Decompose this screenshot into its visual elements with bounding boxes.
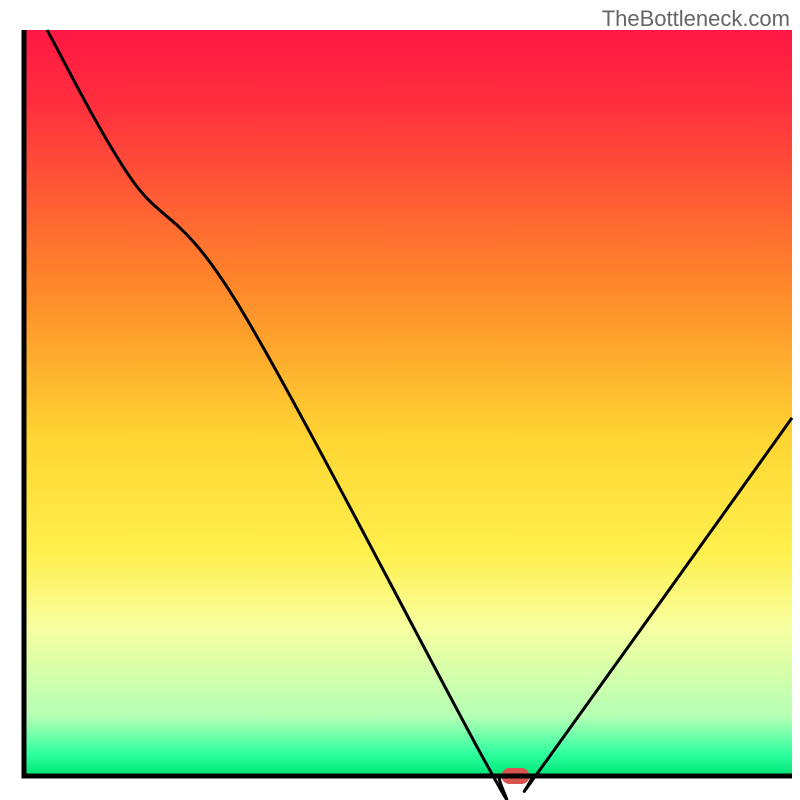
watermark-text: TheBottleneck.com (602, 6, 790, 32)
chart-svg (0, 0, 800, 800)
bottleneck-chart: TheBottleneck.com (0, 0, 800, 800)
plot-background (24, 30, 792, 776)
